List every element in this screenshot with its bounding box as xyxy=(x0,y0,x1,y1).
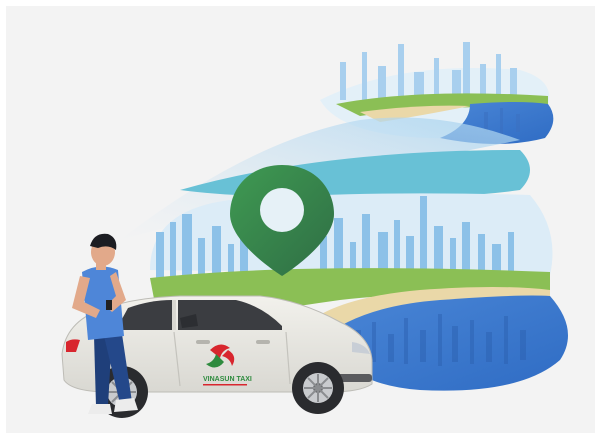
vinasun-logo-text: VINASUN TAXI xyxy=(203,376,252,383)
front-wheel xyxy=(292,362,344,414)
taxi-location-illustration: VINASUN TAXI xyxy=(61,42,568,418)
